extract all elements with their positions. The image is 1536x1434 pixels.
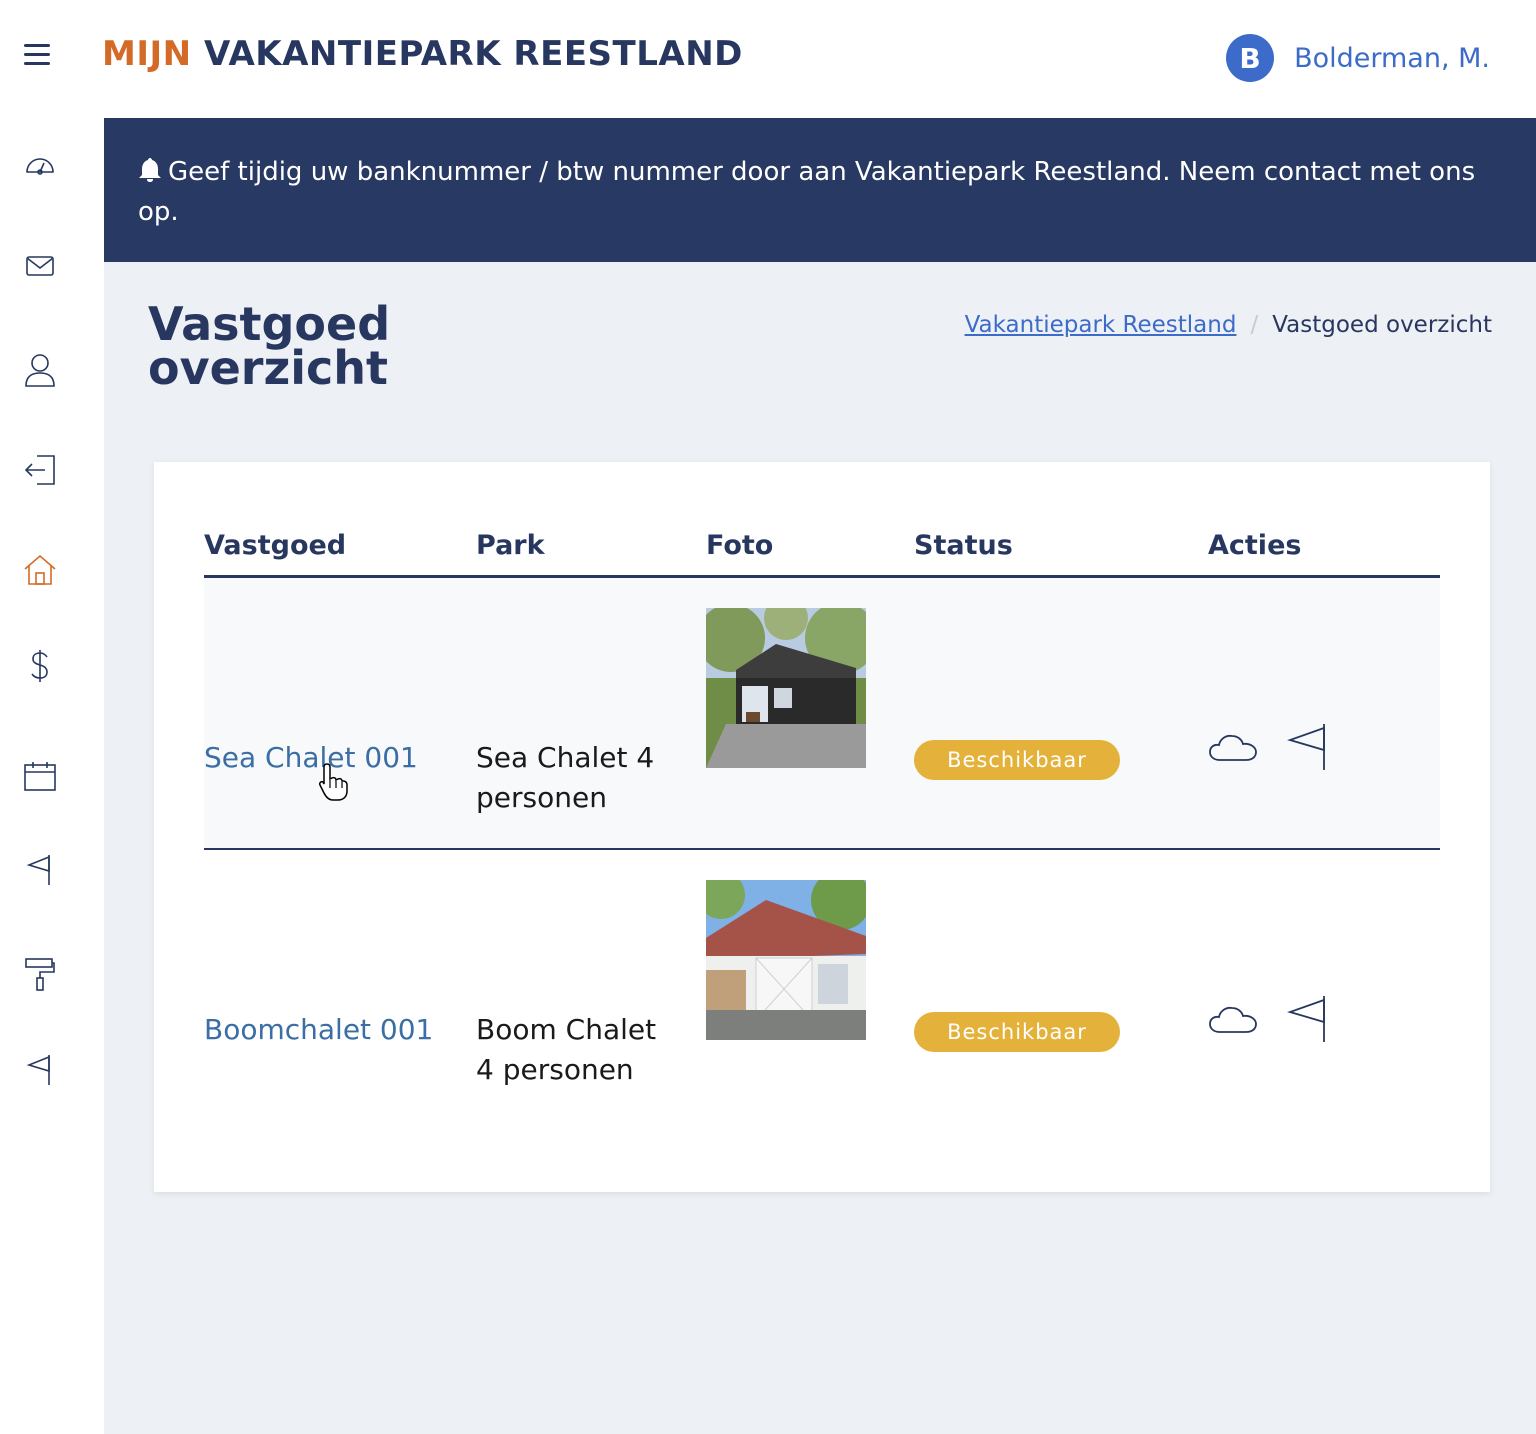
sidebar-item-vastgoed[interactable] bbox=[18, 548, 62, 592]
breadcrumb: Vakantiepark Reestland / Vastgoed overzich… bbox=[965, 312, 1492, 338]
column-header-acties: Acties bbox=[1208, 530, 1302, 561]
cloud-icon bbox=[1209, 734, 1257, 761]
dollar-icon bbox=[31, 650, 48, 682]
logout-icon bbox=[24, 455, 55, 485]
column-header-foto: Foto bbox=[706, 530, 774, 561]
chalet-photo[interactable] bbox=[706, 608, 866, 768]
vastgoed-link[interactable]: Boomchalet 001 bbox=[204, 1010, 433, 1050]
gauge-icon bbox=[26, 158, 54, 175]
sidebar-item-profile[interactable] bbox=[18, 348, 62, 392]
page-title: Vastgoed overzicht bbox=[148, 297, 391, 395]
column-header-vastgoed: Vastgoed bbox=[204, 530, 347, 561]
alert-banner: Geef tijdig uw banknummer / btw nummer d… bbox=[104, 118, 1536, 262]
sidebar-item-flags[interactable] bbox=[18, 1048, 62, 1092]
menu-icon[interactable] bbox=[24, 44, 50, 66]
breadcrumb-current: Vastgoed overzicht bbox=[1272, 312, 1492, 338]
user-name: Bolderman, M. bbox=[1294, 42, 1490, 74]
flag-icon bbox=[1287, 724, 1325, 770]
alert-text: Geef tijdig uw banknummer / btw nummer d… bbox=[138, 157, 1476, 227]
mail-icon bbox=[26, 256, 54, 276]
hand-cursor-icon bbox=[319, 763, 348, 801]
breadcrumb-separator: / bbox=[1250, 312, 1259, 338]
sidebar-item-dashboard[interactable] bbox=[18, 144, 62, 188]
table-row: Boomchalet 001 Boom Chalet 4 personen Be… bbox=[204, 850, 1440, 1122]
sidebar-item-finance[interactable] bbox=[18, 644, 62, 688]
vastgoed-link[interactable]: Sea Chalet 001 bbox=[204, 738, 418, 778]
top-bar: MIJN VAKANTIEPARK REESTLAND B Bolderman,… bbox=[0, 0, 1536, 118]
sidebar-item-maintenance[interactable] bbox=[18, 952, 62, 996]
column-header-park: Park bbox=[476, 530, 545, 561]
status-badge: Beschikbaar bbox=[914, 1012, 1120, 1052]
brand-logo[interactable]: MIJN VAKANTIEPARK REESTLAND bbox=[102, 34, 743, 74]
brand-accent: MIJN bbox=[102, 34, 192, 74]
paint-roller-icon bbox=[25, 958, 55, 991]
vastgoed-table: Vastgoed Park Foto Status Acties Sea Cha… bbox=[204, 522, 1440, 1122]
sidebar bbox=[0, 118, 104, 1434]
calendar-icon bbox=[24, 762, 56, 791]
breadcrumb-link-park[interactable]: Vakantiepark Reestland bbox=[965, 312, 1237, 338]
sidebar-item-reports[interactable] bbox=[18, 848, 62, 892]
chalet-photo[interactable] bbox=[706, 880, 866, 1040]
column-header-status: Status bbox=[914, 530, 1013, 561]
sidebar-item-calendar[interactable] bbox=[18, 754, 62, 798]
sidebar-item-messages[interactable] bbox=[18, 244, 62, 288]
table-header: Vastgoed Park Foto Status Acties bbox=[204, 522, 1440, 578]
flag-icon bbox=[26, 1055, 50, 1085]
status-badge: Beschikbaar bbox=[914, 740, 1120, 780]
user-menu[interactable]: B Bolderman, M. bbox=[1226, 34, 1490, 82]
flag-icon bbox=[1287, 996, 1325, 1042]
flag-action-button[interactable] bbox=[1286, 722, 1328, 776]
park-name: Sea Chalet 4 personen bbox=[476, 741, 655, 814]
user-icon bbox=[25, 354, 55, 387]
brand-main: VAKANTIEPARK REESTLAND bbox=[203, 34, 743, 74]
flag-icon bbox=[26, 855, 50, 885]
park-name: Boom Chalet 4 personen bbox=[476, 1013, 657, 1086]
sidebar-item-logout[interactable] bbox=[18, 448, 62, 492]
home-icon bbox=[24, 554, 56, 585]
vastgoed-card: Vastgoed Park Foto Status Acties Sea Cha… bbox=[154, 462, 1490, 1192]
cloud-icon bbox=[1209, 1006, 1257, 1033]
table-row: Sea Chalet 001 Sea Chalet 4 personen Bes… bbox=[204, 578, 1440, 850]
cloud-action-button[interactable] bbox=[1208, 730, 1258, 768]
flag-action-button[interactable] bbox=[1286, 994, 1328, 1048]
cloud-action-button[interactable] bbox=[1208, 1002, 1258, 1040]
bell-icon bbox=[139, 158, 161, 182]
avatar: B bbox=[1226, 34, 1275, 82]
